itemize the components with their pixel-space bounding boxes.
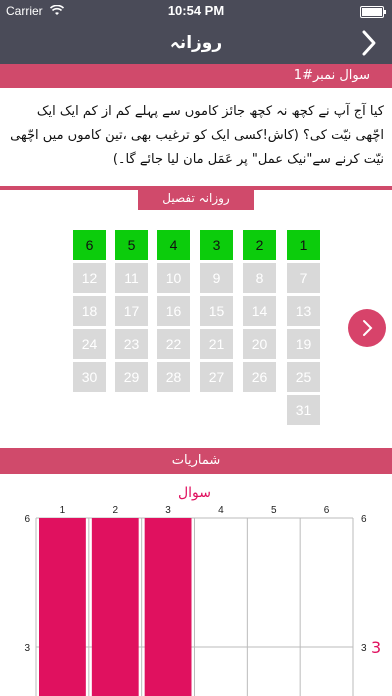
navigation-bar: روزانہ xyxy=(0,22,392,64)
y-tick-label-right: 6 xyxy=(361,514,367,525)
right-annotation: 3 xyxy=(371,638,381,657)
chevron-right-icon xyxy=(363,320,373,336)
day-cell[interactable]: 5 xyxy=(115,230,148,260)
clock: 10:54 PM xyxy=(167,3,225,18)
y-tick-label: 3 xyxy=(24,643,30,654)
x-tick-label: 1 xyxy=(60,505,66,516)
question-header: سوال نمبر#1 xyxy=(0,64,392,88)
day-cell[interactable]: 30 xyxy=(73,362,106,392)
day-cell[interactable]: 23 xyxy=(115,329,148,359)
chart-bar xyxy=(144,518,192,696)
day-cell[interactable]: 10 xyxy=(157,263,190,293)
day-cell[interactable]: 2 xyxy=(243,230,276,260)
day-cell[interactable]: 22 xyxy=(157,329,190,359)
day-cell[interactable]: 6 xyxy=(73,230,106,260)
day-cell[interactable]: 14 xyxy=(243,296,276,326)
status-bar: Carrier 10:54 PM xyxy=(0,0,392,22)
x-tick-label: 3 xyxy=(165,505,171,516)
day-cell[interactable]: 31 xyxy=(287,395,320,425)
day-cell[interactable]: 7 xyxy=(287,263,320,293)
day-cell[interactable]: 27 xyxy=(200,362,233,392)
battery-icon xyxy=(360,6,386,18)
question-number: سوال نمبر#1 xyxy=(293,68,370,83)
day-cell[interactable]: 9 xyxy=(200,263,233,293)
day-cell[interactable]: 20 xyxy=(243,329,276,359)
day-cell[interactable]: 18 xyxy=(73,296,106,326)
daily-detail-label: روزانہ تفصیل xyxy=(138,186,254,210)
question-text: کیا آج آپ نے کچھ نہ کچھ جائز کاموں سے پہ… xyxy=(10,104,384,167)
day-cell[interactable]: 12 xyxy=(73,263,106,293)
day-cell[interactable]: 4 xyxy=(157,230,190,260)
day-cell[interactable]: 24 xyxy=(73,329,106,359)
day-cell[interactable]: 25 xyxy=(287,362,320,392)
day-cell[interactable]: 11 xyxy=(115,263,148,293)
chart-bar xyxy=(39,518,86,696)
chart-bar xyxy=(91,518,139,696)
day-cell[interactable]: 29 xyxy=(115,362,148,392)
day-cell[interactable]: 19 xyxy=(287,329,320,359)
day-cell[interactable]: 21 xyxy=(200,329,233,359)
page-title: روزانہ xyxy=(169,33,223,53)
day-cell[interactable]: 16 xyxy=(157,296,190,326)
day-cell[interactable]: 13 xyxy=(287,296,320,326)
day-cell[interactable]: 17 xyxy=(115,296,148,326)
chart-title: سوال xyxy=(178,485,211,501)
x-tick-label: 5 xyxy=(271,505,277,516)
x-tick-label: 6 xyxy=(324,505,330,516)
y-tick-label: 6 xyxy=(24,514,30,525)
x-tick-label: 2 xyxy=(112,505,118,516)
day-cell[interactable]: 28 xyxy=(157,362,190,392)
x-tick-label: 4 xyxy=(218,505,224,516)
day-cell[interactable]: 3 xyxy=(200,230,233,260)
day-cell[interactable]: 26 xyxy=(243,362,276,392)
day-cell[interactable]: 8 xyxy=(243,263,276,293)
back-chevron-icon[interactable] xyxy=(358,28,380,58)
next-button[interactable] xyxy=(348,309,386,347)
statistics-chart: سوال1 2 3 4 5 66363 3 xyxy=(24,485,381,696)
y-tick-label-right: 3 xyxy=(361,643,367,654)
statistics-header: شماریات xyxy=(0,448,392,474)
day-cell[interactable]: 15 xyxy=(200,296,233,326)
day-cell[interactable]: 1 xyxy=(287,230,320,260)
